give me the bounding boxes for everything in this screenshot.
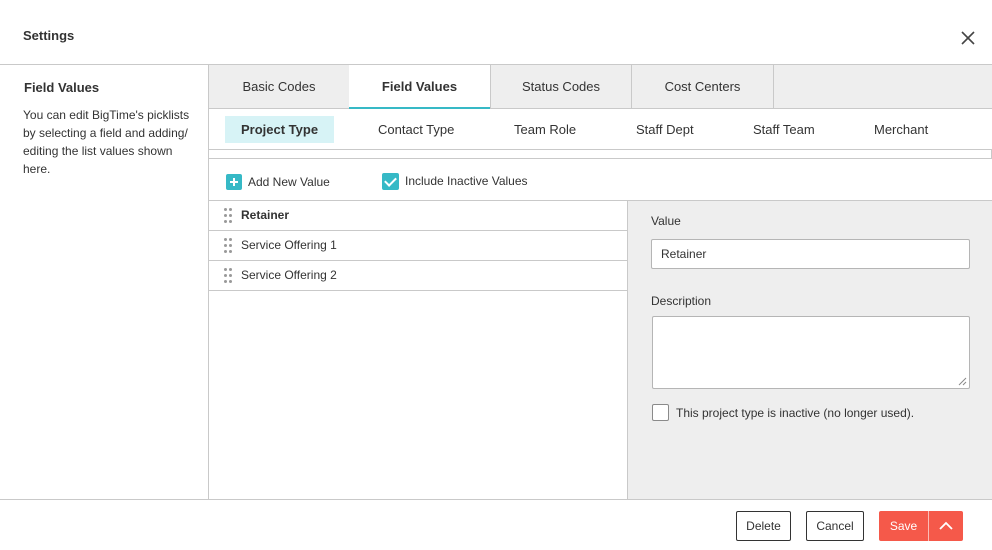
save-split-button: Save bbox=[879, 511, 963, 541]
list-item[interactable]: Retainer bbox=[209, 201, 627, 231]
subtab-team-role[interactable]: Team Role bbox=[498, 116, 592, 143]
tab-field-values[interactable]: Field Values bbox=[349, 65, 490, 109]
list-item-label: Service Offering 1 bbox=[241, 238, 337, 252]
list-item[interactable]: Service Offering 2 bbox=[209, 261, 627, 291]
inactive-checkbox[interactable]: This project type is inactive (no longer… bbox=[652, 404, 914, 421]
field-subtab-bar: Project Type Contact Type Team Role Staf… bbox=[209, 109, 992, 149]
subtab-contact-type[interactable]: Contact Type bbox=[362, 116, 470, 143]
list-item[interactable]: Service Offering 1 bbox=[209, 231, 627, 261]
checkbox-checked-icon bbox=[382, 172, 399, 190]
drag-handle-icon[interactable] bbox=[223, 208, 233, 224]
subtab-merchant[interactable]: Merchant bbox=[858, 116, 944, 143]
inactive-checkbox-label: This project type is inactive (no longer… bbox=[676, 405, 915, 420]
tab-cost-centers[interactable]: Cost Centers bbox=[632, 65, 774, 108]
tab-basic-codes[interactable]: Basic Codes bbox=[209, 65, 349, 108]
value-field-label: Value bbox=[651, 214, 681, 228]
sidebar-heading: Field Values bbox=[24, 80, 100, 95]
include-inactive-label: Include Inactive Values bbox=[405, 174, 528, 188]
list-toolbar: Add New Value Include Inactive Values bbox=[209, 159, 992, 201]
save-button[interactable]: Save bbox=[879, 511, 928, 541]
value-input[interactable] bbox=[651, 239, 970, 269]
dialog-title: Settings bbox=[23, 28, 75, 43]
tab-bar: Basic Codes Field Values Status Codes Co… bbox=[209, 65, 992, 109]
drag-handle-icon[interactable] bbox=[223, 268, 233, 284]
subtab-scrollbar[interactable] bbox=[209, 149, 992, 159]
checkbox-unchecked-icon bbox=[652, 404, 669, 421]
tab-status-codes[interactable]: Status Codes bbox=[490, 65, 632, 108]
close-icon[interactable] bbox=[958, 28, 978, 48]
add-new-value-label: Add New Value bbox=[248, 174, 330, 189]
cancel-button[interactable]: Cancel bbox=[806, 511, 864, 541]
chevron-up-icon[interactable] bbox=[929, 511, 963, 541]
description-field-label: Description bbox=[651, 294, 712, 308]
dialog-footer: Delete Cancel Save bbox=[0, 499, 992, 550]
include-inactive-checkbox[interactable]: Include Inactive Values bbox=[382, 172, 528, 190]
sidebar-description: You can edit BigTime's picklists by sele… bbox=[23, 108, 190, 176]
resize-handle-icon[interactable] bbox=[958, 377, 967, 386]
values-list: Retainer Service Offering 1 Service Offe… bbox=[209, 201, 628, 499]
description-textarea[interactable] bbox=[652, 316, 970, 389]
drag-handle-icon[interactable] bbox=[223, 238, 233, 254]
subtab-staff-team[interactable]: Staff Team bbox=[737, 116, 831, 143]
subtab-staff-dept[interactable]: Staff Dept bbox=[620, 116, 710, 143]
add-new-value-button[interactable]: Add New Value bbox=[226, 173, 330, 190]
delete-button[interactable]: Delete bbox=[736, 511, 791, 541]
value-detail-panel: Value Description This project type is i… bbox=[628, 201, 992, 499]
sidebar-info: Field Values You can edit BigTime's pick… bbox=[0, 65, 209, 499]
list-item-label: Service Offering 2 bbox=[241, 268, 337, 282]
dialog-header: Settings bbox=[0, 0, 992, 65]
list-item-label: Retainer bbox=[241, 208, 290, 222]
plus-icon bbox=[226, 173, 242, 190]
subtab-project-type[interactable]: Project Type bbox=[225, 116, 335, 143]
